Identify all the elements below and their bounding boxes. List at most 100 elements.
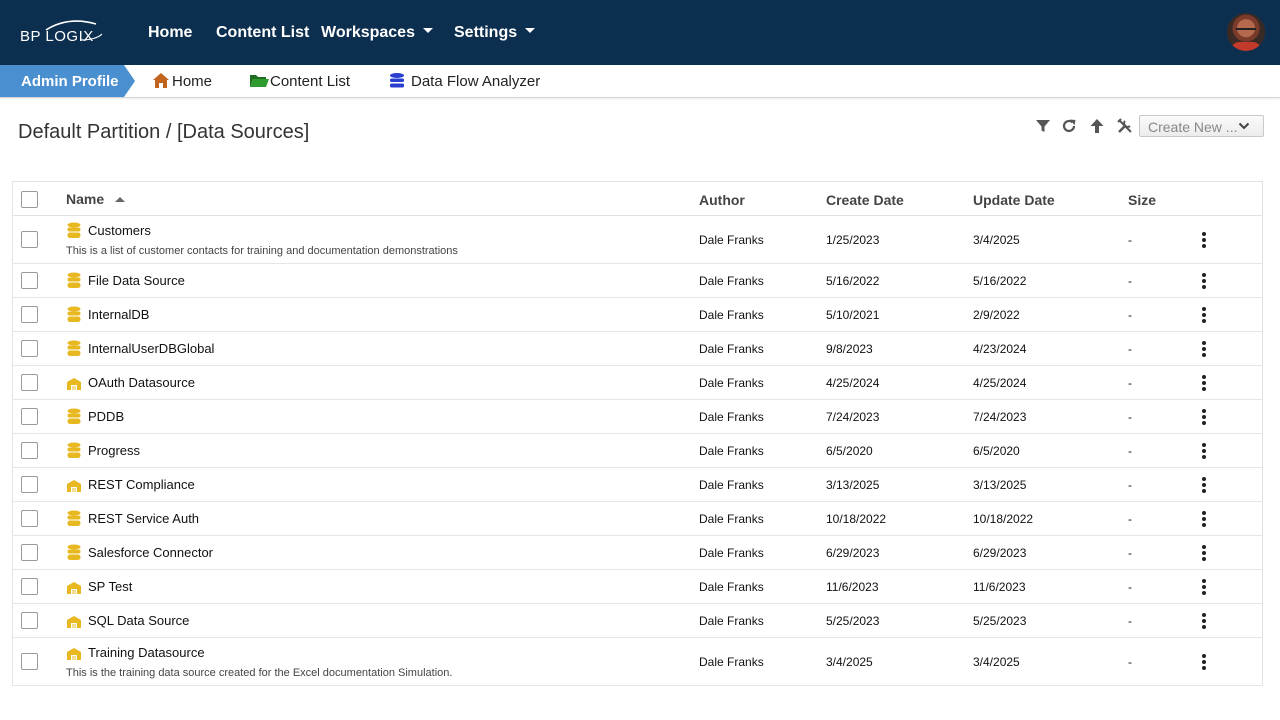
nav-home[interactable]: Home [148, 24, 192, 42]
column-size-header[interactable]: Size [1128, 192, 1156, 208]
row-checkbox[interactable] [21, 510, 38, 527]
table-row[interactable]: InternalDB Dale Franks 5/10/2021 2/9/2022 - [13, 298, 1262, 332]
table-row[interactable]: Customers This is a list of customer cont… [13, 216, 1262, 264]
row-create-date: 3/13/2025 [826, 478, 880, 492]
row-size: - [1128, 233, 1132, 247]
table-row[interactable]: PDDB Dale Franks 7/24/2023 7/24/2023 - [13, 400, 1262, 434]
row-more-options-icon[interactable] [1199, 510, 1209, 528]
data-sources-table: Name Author Create Date Update Date Size… [12, 181, 1263, 686]
database-icon [66, 306, 82, 324]
row-name-link[interactable]: Salesforce Connector [88, 545, 213, 560]
row-checkbox[interactable] [21, 578, 38, 595]
table-row[interactable]: SP Test Dale Franks 11/6/2023 11/6/2023 - [13, 570, 1262, 604]
row-more-options-icon[interactable] [1199, 476, 1209, 494]
table-row[interactable]: REST Compliance Dale Franks 3/13/2025 3/13/… [13, 468, 1262, 502]
row-author: Dale Franks [699, 444, 764, 458]
row-checkbox[interactable] [21, 374, 38, 391]
column-author-header[interactable]: Author [699, 192, 745, 208]
row-update-date: 6/5/2020 [973, 444, 1020, 458]
row-update-date: 3/13/2025 [973, 478, 1027, 492]
row-name-link[interactable]: Customers [88, 223, 151, 238]
row-more-options-icon[interactable] [1199, 544, 1209, 562]
shortcut-content-list[interactable]: Content List [249, 73, 359, 91]
logo-text: BP LOGIX [20, 28, 94, 45]
row-more-options-icon[interactable] [1199, 612, 1209, 630]
row-size: - [1128, 274, 1132, 288]
warehouse-icon [66, 374, 82, 392]
caret-down-icon [525, 28, 536, 34]
table-row[interactable]: REST Service Auth Dale Franks 10/18/2022 10… [13, 502, 1262, 536]
table-row[interactable]: Salesforce Connector Dale Franks 6/29/2023… [13, 536, 1262, 570]
row-more-options-icon[interactable] [1199, 442, 1209, 460]
row-update-date: 3/4/2025 [973, 233, 1020, 247]
nav-content-list[interactable]: Content List [216, 24, 309, 42]
shortcut-data-flow-analyzer[interactable]: Data Flow Analyzer [389, 73, 549, 91]
warehouse-icon [66, 612, 82, 630]
row-more-options-icon[interactable] [1199, 272, 1209, 290]
tools-icon[interactable] [1116, 117, 1134, 135]
row-more-options-icon[interactable] [1199, 408, 1209, 426]
row-name-link[interactable]: REST Compliance [88, 477, 195, 492]
row-create-date: 4/25/2024 [826, 376, 880, 390]
row-checkbox[interactable] [21, 653, 38, 670]
row-checkbox[interactable] [21, 442, 38, 459]
row-create-date: 5/16/2022 [826, 274, 880, 288]
row-name-link[interactable]: OAuth Datasource [88, 375, 195, 390]
warehouse-icon [66, 644, 82, 662]
row-author: Dale Franks [699, 308, 764, 322]
column-create-date-header[interactable]: Create Date [826, 192, 904, 208]
row-more-options-icon[interactable] [1199, 653, 1209, 671]
row-more-options-icon[interactable] [1199, 578, 1209, 596]
row-checkbox[interactable] [21, 306, 38, 323]
row-checkbox[interactable] [21, 408, 38, 425]
row-name-link[interactable]: SQL Data Source [88, 613, 189, 628]
row-name-link[interactable]: InternalUserDBGlobal [88, 341, 214, 356]
caret-down-icon [422, 28, 433, 34]
table-row[interactable]: InternalUserDBGlobal Dale Franks 9/8/2023 4… [13, 332, 1262, 366]
shortcut-home[interactable]: Home [152, 73, 222, 91]
bp-logix-logo[interactable]: BP LOGIX [18, 18, 108, 48]
nav-workspaces[interactable]: Workspaces [321, 24, 433, 42]
row-more-options-icon[interactable] [1199, 340, 1209, 358]
row-update-date: 6/29/2023 [973, 546, 1027, 560]
row-name-link[interactable]: File Data Source [88, 273, 185, 288]
row-checkbox[interactable] [21, 612, 38, 629]
row-checkbox[interactable] [21, 231, 38, 248]
arrow-up-icon[interactable] [1088, 117, 1106, 135]
row-name-link[interactable]: SP Test [88, 579, 132, 594]
row-more-options-icon[interactable] [1199, 374, 1209, 392]
nav-settings[interactable]: Settings [454, 24, 536, 42]
create-new-dropdown[interactable]: Create New ... [1139, 115, 1264, 137]
user-avatar[interactable] [1227, 13, 1265, 51]
row-size: - [1128, 376, 1132, 390]
table-row[interactable]: Progress Dale Franks 6/5/2020 6/5/2020 - [13, 434, 1262, 468]
table-row[interactable]: OAuth Datasource Dale Franks 4/25/2024 4/25… [13, 366, 1262, 400]
row-checkbox[interactable] [21, 272, 38, 289]
column-update-date-header[interactable]: Update Date [973, 192, 1055, 208]
row-description: This is a list of customer contacts for … [66, 245, 458, 257]
admin-profile-tab[interactable]: Admin Profile [0, 65, 135, 97]
row-create-date: 7/24/2023 [826, 410, 880, 424]
row-size: - [1128, 410, 1132, 424]
row-update-date: 7/24/2023 [973, 410, 1027, 424]
database-icon [66, 272, 82, 290]
row-size: - [1128, 308, 1132, 322]
row-checkbox[interactable] [21, 476, 38, 493]
column-name-header[interactable]: Name [66, 191, 126, 207]
row-more-options-icon[interactable] [1199, 231, 1209, 249]
table-row[interactable]: File Data Source Dale Franks 5/16/2022 5/16… [13, 264, 1262, 298]
filter-icon[interactable] [1034, 117, 1052, 135]
row-name-link[interactable]: PDDB [88, 409, 124, 424]
row-name-link[interactable]: REST Service Auth [88, 511, 199, 526]
row-create-date: 9/8/2023 [826, 342, 873, 356]
row-more-options-icon[interactable] [1199, 306, 1209, 324]
row-name-link[interactable]: Training Datasource [88, 645, 205, 660]
refresh-icon[interactable] [1060, 117, 1078, 135]
row-name-link[interactable]: InternalDB [88, 307, 149, 322]
row-checkbox[interactable] [21, 340, 38, 357]
select-all-checkbox[interactable] [21, 191, 38, 208]
row-checkbox[interactable] [21, 544, 38, 561]
table-row[interactable]: SQL Data Source Dale Franks 5/25/2023 5/25/… [13, 604, 1262, 638]
row-name-link[interactable]: Progress [88, 443, 140, 458]
table-row[interactable]: Training Datasource This is the training … [13, 638, 1262, 686]
